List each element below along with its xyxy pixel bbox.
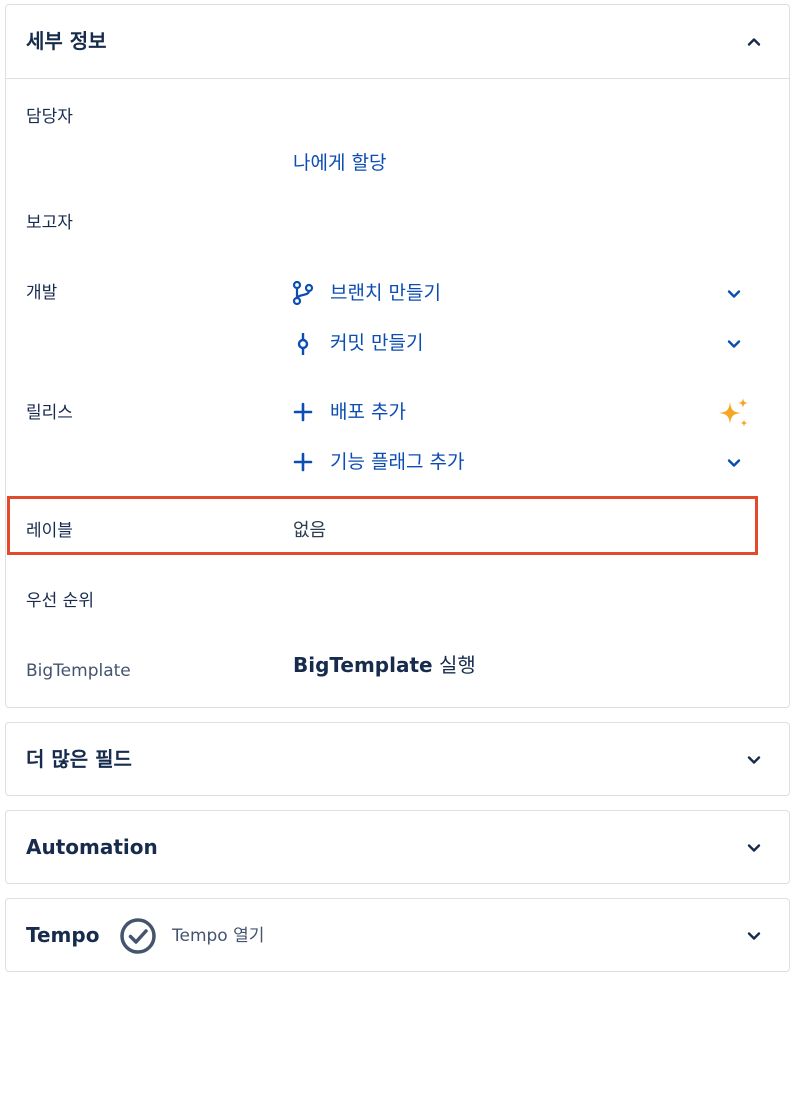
chevron-up-icon[interactable] bbox=[744, 32, 764, 52]
priority-label: 우선 순위 bbox=[26, 591, 94, 611]
tempo-open-link[interactable]: Tempo 열기 bbox=[172, 924, 264, 948]
chevron-down-icon[interactable] bbox=[724, 334, 744, 354]
plus-icon bbox=[290, 399, 316, 425]
automation-panel[interactable]: Automation bbox=[5, 810, 790, 884]
chevron-down-icon[interactable] bbox=[724, 453, 744, 473]
chevron-down-icon[interactable] bbox=[744, 750, 764, 770]
details-title: 세부 정보 bbox=[26, 29, 107, 53]
plus-icon bbox=[290, 449, 316, 475]
more-fields-panel[interactable]: 더 많은 필드 bbox=[5, 722, 790, 796]
chevron-down-icon[interactable] bbox=[724, 284, 744, 304]
automation-title: Automation bbox=[26, 835, 158, 859]
tempo-title: Tempo bbox=[26, 923, 100, 947]
releases-label: 릴리스 bbox=[26, 403, 73, 423]
assign-to-me-link[interactable]: 나에게 할당 bbox=[293, 150, 386, 176]
details-divider bbox=[6, 78, 789, 79]
reporter-label: 보고자 bbox=[26, 213, 73, 233]
add-feature-flag-link[interactable]: 기능 플래그 추가 bbox=[330, 449, 464, 475]
bigtemplate-run-bold: BigTemplate bbox=[293, 653, 433, 677]
tempo-panel[interactable]: Tempo Tempo 열기 bbox=[5, 898, 790, 972]
assignee-label: 담당자 bbox=[26, 107, 73, 127]
commit-icon bbox=[290, 331, 316, 357]
branch-icon bbox=[290, 280, 316, 306]
details-panel: 세부 정보 담당자 나에게 할당 보고자 개발 브랜치 만들기 커밋 만들기 릴… bbox=[5, 4, 790, 708]
bigtemplate-run-rest: 실행 bbox=[432, 653, 476, 677]
create-branch-link[interactable]: 브랜치 만들기 bbox=[330, 280, 441, 306]
tempo-check-icon bbox=[119, 917, 157, 955]
bigtemplate-run-link[interactable]: BigTemplate 실행 bbox=[293, 651, 476, 679]
details-header[interactable]: 세부 정보 bbox=[6, 5, 789, 79]
bigtemplate-label: BigTemplate bbox=[26, 661, 131, 681]
sparkle-icon[interactable] bbox=[716, 396, 752, 432]
add-deployment-link[interactable]: 배포 추가 bbox=[330, 399, 406, 425]
more-fields-title: 더 많은 필드 bbox=[26, 747, 132, 771]
chevron-down-icon[interactable] bbox=[744, 838, 764, 858]
create-commit-link[interactable]: 커밋 만들기 bbox=[330, 330, 423, 356]
development-label: 개발 bbox=[26, 283, 58, 303]
labels-highlight-box bbox=[7, 496, 758, 555]
chevron-down-icon[interactable] bbox=[744, 926, 764, 946]
